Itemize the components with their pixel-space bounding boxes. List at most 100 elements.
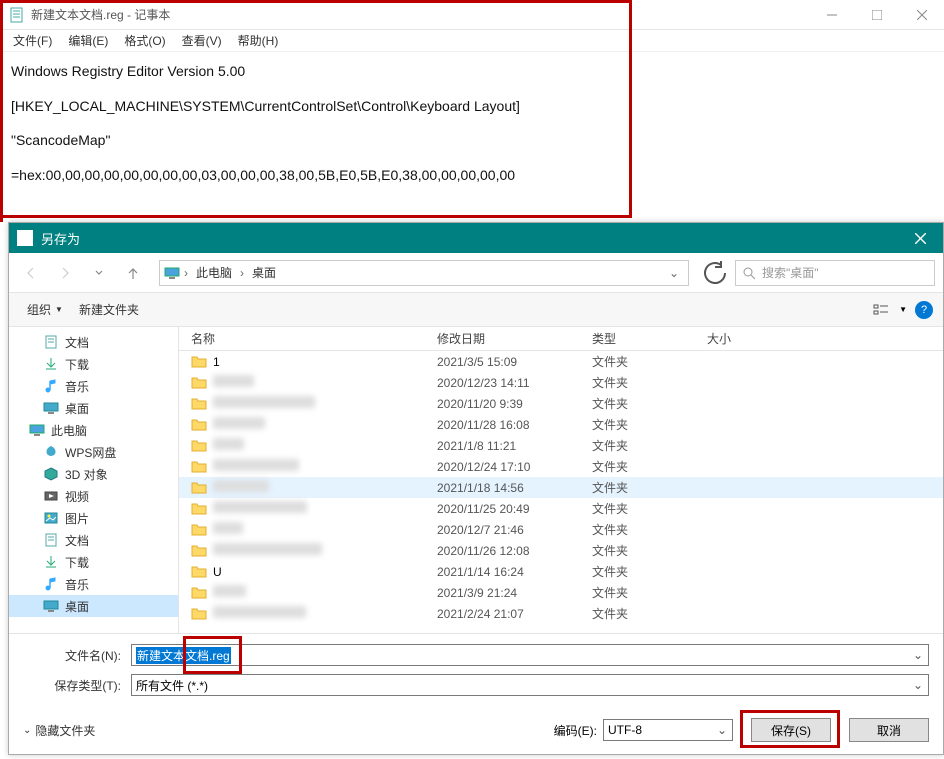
table-row[interactable]: 12021/3/5 15:09文件夹 bbox=[179, 351, 943, 372]
row-name bbox=[213, 606, 306, 621]
sidebar-item[interactable]: 音乐 bbox=[9, 375, 178, 397]
sidebar-item[interactable]: 文档 bbox=[9, 529, 178, 551]
back-button[interactable] bbox=[17, 260, 45, 286]
col-size[interactable]: 大小 bbox=[707, 330, 943, 347]
up-button[interactable] bbox=[119, 260, 147, 286]
table-row[interactable]: 2021/1/18 14:56文件夹 bbox=[179, 477, 943, 498]
view-button[interactable]: ▼ bbox=[873, 303, 907, 317]
folder-icon bbox=[191, 544, 207, 558]
encoding-select[interactable]: UTF-8 ⌄ bbox=[603, 719, 733, 741]
sidebar-item[interactable]: 3D 对象 bbox=[9, 463, 178, 485]
folder-icon bbox=[191, 418, 207, 432]
sidebar-item[interactable]: 桌面 bbox=[9, 397, 178, 419]
table-row[interactable]: 2020/12/7 21:46文件夹 bbox=[179, 519, 943, 540]
video-icon bbox=[43, 488, 59, 504]
menu-edit[interactable]: 编辑(E) bbox=[64, 30, 112, 51]
chevron-down-icon[interactable]: ⌄ bbox=[714, 723, 730, 737]
recent-button[interactable] bbox=[85, 260, 113, 286]
row-name: U bbox=[213, 565, 222, 579]
sidebar-item[interactable]: 下载 bbox=[9, 353, 178, 375]
table-row[interactable]: 2021/2/24 21:07文件夹 bbox=[179, 603, 943, 624]
breadcrumb-pc[interactable]: 此电脑 bbox=[192, 264, 236, 281]
doc-icon bbox=[43, 532, 59, 548]
forward-button[interactable] bbox=[51, 260, 79, 286]
folder-icon bbox=[191, 502, 207, 516]
chevron-down-icon[interactable]: ⌄ bbox=[910, 648, 926, 662]
save-button[interactable]: 保存(S) bbox=[751, 718, 831, 742]
table-row[interactable]: 2020/11/20 9:39文件夹 bbox=[179, 393, 943, 414]
minimize-button[interactable] bbox=[809, 0, 854, 30]
maximize-button[interactable] bbox=[854, 0, 899, 30]
table-row[interactable]: 2021/3/9 21:24文件夹 bbox=[179, 582, 943, 603]
help-button[interactable]: ? bbox=[915, 301, 933, 319]
sidebar: 文档下载音乐桌面此电脑WPS网盘3D 对象视频图片文档下载音乐桌面 bbox=[9, 327, 179, 633]
sidebar-item-label: 音乐 bbox=[65, 576, 89, 593]
breadcrumb-desktop[interactable]: 桌面 bbox=[248, 264, 280, 281]
filename-input[interactable]: 新建文本文档.reg ⌄ bbox=[131, 644, 929, 666]
menubar: 文件(F) 编辑(E) 格式(O) 查看(V) 帮助(H) bbox=[3, 30, 944, 52]
sidebar-item[interactable]: 文档 bbox=[9, 331, 178, 353]
hide-folders-toggle[interactable]: ⌄ 隐藏文件夹 bbox=[23, 722, 95, 739]
table-row[interactable]: 2020/11/25 20:49文件夹 bbox=[179, 498, 943, 519]
table-row[interactable]: 2020/11/26 12:08文件夹 bbox=[179, 540, 943, 561]
music-icon bbox=[43, 378, 59, 394]
sidebar-item[interactable]: WPS网盘 bbox=[9, 441, 178, 463]
row-type: 文件夹 bbox=[592, 584, 707, 601]
cancel-button[interactable]: 取消 bbox=[849, 718, 929, 742]
chevron-down-icon: ⌄ bbox=[23, 725, 31, 736]
sidebar-item-label: 3D 对象 bbox=[65, 466, 108, 483]
close-button[interactable] bbox=[899, 0, 944, 30]
row-date: 2021/3/9 21:24 bbox=[437, 586, 592, 600]
breadcrumb[interactable]: › 此电脑 › 桌面 ⌄ bbox=[159, 260, 689, 286]
row-type: 文件夹 bbox=[592, 479, 707, 496]
sidebar-item[interactable]: 图片 bbox=[9, 507, 178, 529]
filetype-select[interactable]: 所有文件 (*.*) ⌄ bbox=[131, 674, 929, 696]
search-input[interactable]: 搜索"桌面" bbox=[735, 260, 935, 286]
sidebar-item[interactable]: 下载 bbox=[9, 551, 178, 573]
table-row[interactable]: 2020/11/28 16:08文件夹 bbox=[179, 414, 943, 435]
sidebar-item-label: 音乐 bbox=[65, 378, 89, 395]
chevron-right-icon: › bbox=[236, 266, 248, 280]
row-date: 2020/11/20 9:39 bbox=[437, 397, 592, 411]
dialog-close-button[interactable] bbox=[898, 223, 943, 253]
organize-button[interactable]: 组织▼ bbox=[19, 297, 71, 322]
table-row[interactable]: 2021/1/8 11:21文件夹 bbox=[179, 435, 943, 456]
row-date: 2020/11/28 16:08 bbox=[437, 418, 592, 432]
folder-icon bbox=[191, 397, 207, 411]
pc-icon bbox=[29, 422, 45, 438]
menu-file[interactable]: 文件(F) bbox=[9, 30, 56, 51]
download-icon bbox=[43, 554, 59, 570]
newfolder-button[interactable]: 新建文件夹 bbox=[71, 297, 147, 322]
chevron-down-icon[interactable]: ⌄ bbox=[910, 678, 926, 692]
col-type[interactable]: 类型 bbox=[592, 330, 707, 347]
menu-format[interactable]: 格式(O) bbox=[120, 30, 169, 51]
toolbar: 组织▼ 新建文件夹 ▼ ? bbox=[9, 293, 943, 327]
search-icon bbox=[742, 266, 756, 280]
row-type: 文件夹 bbox=[592, 437, 707, 454]
pc-icon bbox=[164, 265, 180, 281]
table-row[interactable]: U2021/1/14 16:24文件夹 bbox=[179, 561, 943, 582]
sidebar-item[interactable]: 桌面 bbox=[9, 595, 178, 617]
col-name[interactable]: 名称 bbox=[179, 330, 437, 347]
sidebar-item-label: 图片 bbox=[65, 510, 89, 527]
menu-view[interactable]: 查看(V) bbox=[178, 30, 226, 51]
col-date[interactable]: 修改日期 bbox=[437, 330, 592, 347]
download-icon bbox=[43, 356, 59, 372]
row-name bbox=[213, 543, 322, 558]
sidebar-item[interactable]: 此电脑 bbox=[9, 419, 178, 441]
sidebar-item[interactable]: 视频 bbox=[9, 485, 178, 507]
row-date: 2020/12/23 14:11 bbox=[437, 376, 592, 390]
table-row[interactable]: 2020/12/24 17:10文件夹 bbox=[179, 456, 943, 477]
notepad-title: 新建文本文档.reg - 记事本 bbox=[31, 6, 170, 23]
content-line: Windows Registry Editor Version 5.00 bbox=[11, 58, 936, 85]
table-row[interactable]: 2020/12/23 14:11文件夹 bbox=[179, 372, 943, 393]
notepad-content[interactable]: Windows Registry Editor Version 5.00 [HK… bbox=[3, 52, 944, 194]
row-name bbox=[213, 480, 269, 495]
chevron-down-icon[interactable]: ⌄ bbox=[664, 266, 684, 280]
refresh-button[interactable] bbox=[701, 260, 729, 286]
row-type: 文件夹 bbox=[592, 395, 707, 412]
sidebar-item[interactable]: 音乐 bbox=[9, 573, 178, 595]
desktop-icon bbox=[43, 598, 59, 614]
search-placeholder: 搜索"桌面" bbox=[762, 264, 819, 281]
menu-help[interactable]: 帮助(H) bbox=[234, 30, 283, 51]
